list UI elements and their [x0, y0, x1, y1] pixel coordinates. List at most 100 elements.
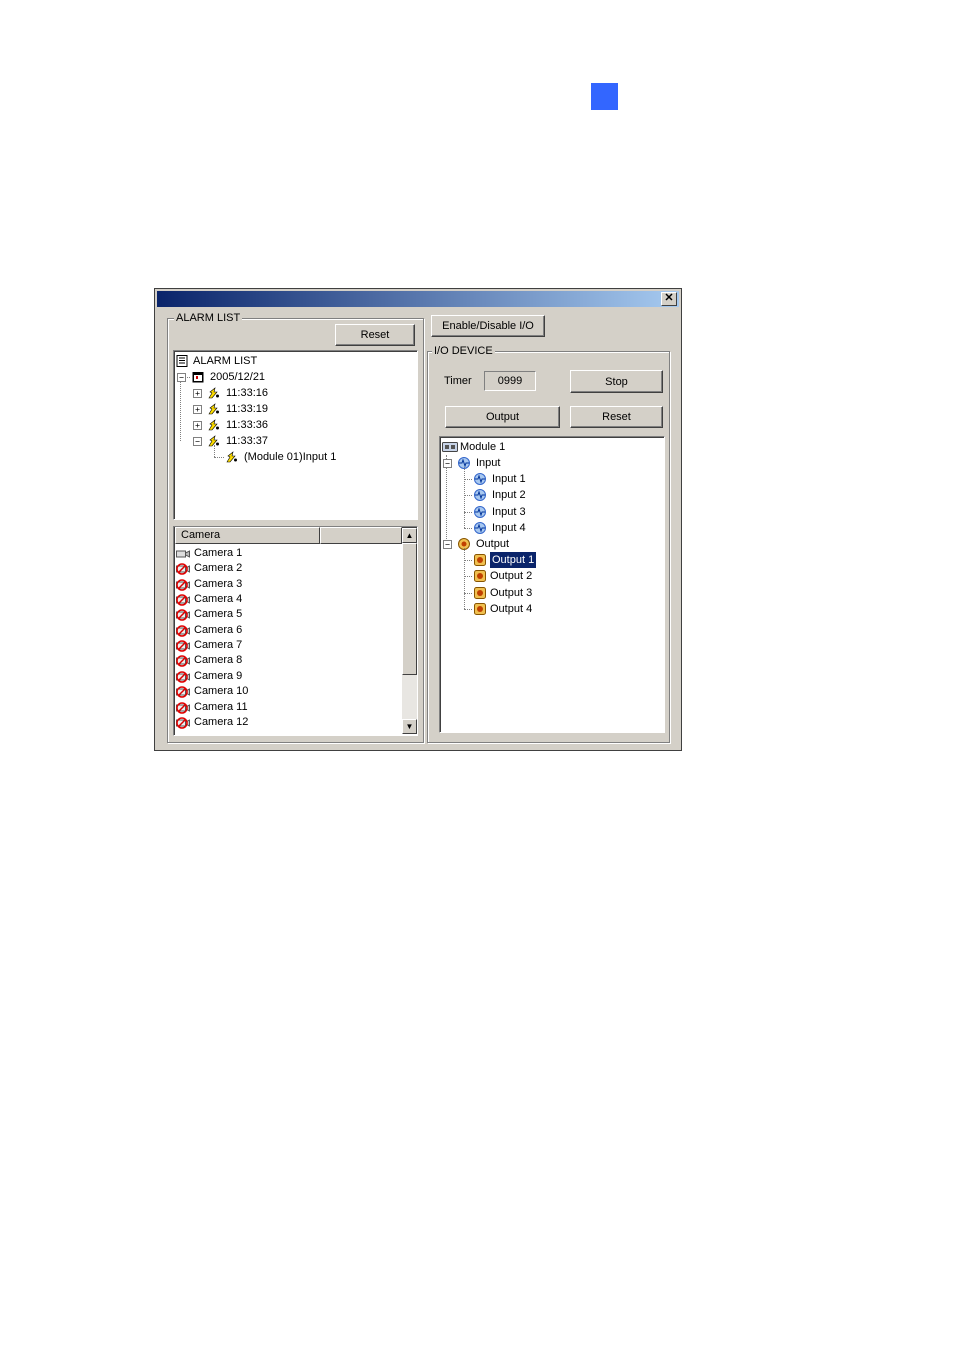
output-label: Output 2	[490, 570, 533, 583]
camera-label: Camera 8	[194, 654, 243, 667]
collapse-icon[interactable]: −	[177, 373, 186, 382]
input-label: Input 4	[492, 521, 526, 534]
alarm-time-label: 11:33:37	[226, 435, 269, 447]
input-icon	[474, 505, 486, 518]
tree-connector	[180, 381, 181, 441]
close-button[interactable]: ✕	[661, 292, 677, 306]
io-device-tree[interactable]: Module 1 − Input Input 1 Input 2 Input 3 In…	[439, 436, 665, 733]
camera-label: Camera 4	[194, 593, 243, 606]
input-icon	[474, 473, 486, 485]
expand-icon[interactable]: +	[193, 421, 202, 430]
io-monitor-window: ✕ ALARM LIST Reset ALARM LIST − 2005/12/…	[154, 288, 682, 751]
output-icon	[474, 554, 486, 566]
tree-connector	[464, 495, 472, 497]
stop-button[interactable]: Stop	[570, 370, 663, 393]
title-bar: ✕	[157, 291, 679, 307]
alarm-event-label: (Module 01)Input 1	[244, 451, 337, 463]
scroll-down-button[interactable]: ▼	[402, 719, 417, 734]
timer-label: Timer	[444, 375, 472, 387]
camera-list-scrollbar[interactable]: ▲ ▼	[402, 528, 417, 734]
camera-label: Camera 1	[194, 547, 243, 559]
alarm-tree-root-label: ALARM LIST	[193, 355, 258, 367]
tree-connector	[464, 592, 472, 594]
alarm-time-label: 11:33:16	[226, 387, 269, 399]
camera-label: Camera 11	[194, 700, 248, 713]
input-label: Input 2	[492, 489, 526, 502]
alarm-icon	[208, 387, 219, 399]
alarm-icon	[208, 419, 219, 431]
tree-connector	[464, 479, 472, 480]
tree-connector	[464, 608, 472, 610]
camera-disconnected-icon	[176, 717, 190, 729]
output-icon	[474, 586, 486, 599]
camera-icon	[176, 550, 190, 558]
camera-disconnected-icon	[176, 701, 190, 714]
camera-label: Camera 2	[194, 562, 243, 575]
input-group-label: Input	[476, 457, 501, 469]
camera-label: Camera 9	[194, 669, 243, 682]
tree-connector	[464, 467, 465, 528]
alarm-list-group-label: ALARM LIST	[174, 312, 243, 324]
tree-connector	[464, 576, 472, 578]
timer-field[interactable]: 0999	[484, 371, 536, 391]
alarm-time-label: 11:33:36	[226, 419, 269, 431]
module-label: Module 1	[460, 441, 506, 453]
input-icon	[474, 521, 486, 534]
list-icon	[176, 355, 188, 367]
tree-connector	[464, 548, 465, 609]
alarm-icon	[226, 451, 237, 463]
camera-label: Camera 3	[194, 577, 243, 590]
tree-connector	[464, 527, 472, 529]
camera-disconnected-icon	[176, 563, 190, 576]
column-header-blank[interactable]	[320, 527, 402, 544]
alarm-tree[interactable]: ALARM LIST − 2005/12/21 + 11:33:16 + 11:…	[173, 350, 418, 520]
alarm-icon	[208, 403, 219, 415]
expand-icon[interactable]: +	[193, 405, 202, 414]
collapse-icon[interactable]: −	[193, 437, 202, 446]
camera-disconnected-icon	[176, 625, 190, 637]
camera-disconnected-icon	[176, 671, 190, 683]
input-label: Input 3	[492, 505, 526, 518]
output-icon	[474, 602, 486, 615]
io-device-group-label: I/O DEVICE	[432, 345, 495, 357]
column-header-camera[interactable]: Camera	[175, 527, 320, 544]
expand-icon[interactable]: +	[193, 389, 202, 398]
input-label: Input 1	[492, 473, 526, 485]
output-button[interactable]: Output	[445, 406, 560, 428]
camera-label: Camera 5	[194, 608, 243, 621]
tree-connector	[464, 560, 472, 561]
scroll-up-button[interactable]: ▲	[402, 528, 417, 543]
tree-connector	[464, 511, 472, 513]
page-marker	[591, 83, 618, 110]
camera-label: Camera 6	[194, 623, 243, 636]
alarm-date-label: 2005/12/21	[210, 371, 266, 383]
camera-disconnected-icon	[176, 655, 190, 668]
camera-disconnected-icon	[176, 609, 190, 622]
io-reset-button[interactable]: Reset	[570, 406, 663, 428]
collapse-icon[interactable]: −	[443, 540, 452, 549]
collapse-icon[interactable]: −	[443, 459, 452, 468]
camera-disconnected-icon	[176, 640, 190, 652]
camera-disconnected-icon	[176, 594, 190, 606]
module-icon	[442, 442, 458, 452]
scroll-thumb[interactable]	[402, 543, 417, 675]
alarm-reset-button[interactable]: Reset	[335, 324, 415, 346]
input-icon	[474, 489, 486, 502]
output-label: Output 4	[490, 602, 533, 615]
camera-disconnected-icon	[176, 686, 190, 698]
enable-disable-io-button[interactable]: Enable/Disable I/O	[431, 315, 545, 337]
close-icon: ✕	[664, 292, 674, 304]
camera-label: Camera 7	[194, 639, 243, 652]
alarm-time-label: 11:33:19	[226, 403, 269, 415]
output-label: Output 1	[488, 551, 538, 569]
output-icon	[474, 570, 486, 583]
camera-label: Camera 12	[194, 715, 249, 728]
output-label: Output 3	[490, 586, 533, 599]
camera-label: Camera 10	[194, 685, 249, 698]
output-group-label: Output	[476, 538, 510, 550]
camera-list[interactable]: Camera Camera 1 Camera 2 Camera 3 Camera 4 C…	[173, 526, 418, 736]
column-header-camera-label: Camera	[181, 529, 221, 541]
tree-connector	[214, 457, 224, 458]
camera-disconnected-icon	[176, 578, 190, 591]
tree-connector	[214, 445, 215, 457]
